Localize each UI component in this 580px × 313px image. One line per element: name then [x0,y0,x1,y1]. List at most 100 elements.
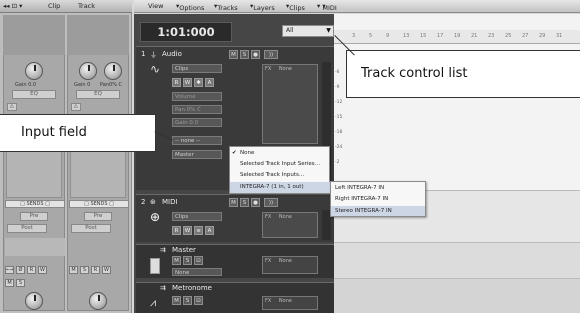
mute-button-metronome[interactable]: M [172,296,181,305]
menu-item-none[interactable]: ✔ None [230,150,254,156]
archive-button-t1[interactable]: A [205,78,214,87]
metronome-clip-lane[interactable] [334,278,580,313]
bus-name-master[interactable]: Master [172,246,196,254]
mute-button-1[interactable]: M [5,279,14,287]
gain-knob-2[interactable] [79,62,97,80]
sends-pre-button-1[interactable]: Pre [20,212,48,221]
tab-clip[interactable]: Clip [48,2,60,10]
clips-dropdown-t2[interactable]: Clips [172,212,222,221]
sends-post-button-1[interactable]: Post [7,224,47,233]
submenu-item-left[interactable]: Left INTEGRA-7 IN [331,185,384,191]
pan-field-t1[interactable]: Pan 0% C [172,105,222,114]
ruler-mark: 5 [369,33,373,39]
bus-button-master[interactable]: ⊡ [194,256,203,265]
speaker-icon-master [150,258,160,274]
write-automation-t1[interactable]: W [183,78,192,87]
sends-post-button-2[interactable]: Post [71,224,111,233]
input-menu: ✔ None Selected Track Input Series… Selec… [229,146,339,194]
menu-item-selected-track-input-series[interactable]: Selected Track Input Series… [230,161,320,167]
volume-field-t1[interactable]: Volume [172,92,222,101]
track-number-1: 1 [141,50,146,58]
write-automation-t2[interactable]: W [183,226,192,235]
callout-input-field: Input field [0,114,156,152]
menu-layers[interactable]: ▾ Layers [250,2,275,12]
fx-bin-metronome[interactable]: FX None [262,296,318,310]
strip-2-header [67,15,129,55]
checkmark-icon: ✔ [232,150,237,156]
fx-bin-t1[interactable]: FX None [262,64,318,144]
freeze-button-t1[interactable]: ✱ [194,78,203,87]
solo-button-t1[interactable]: S [240,50,249,59]
solo-button-1[interactable]: S [16,279,25,287]
input-echo-button-t1[interactable]: )) [264,50,278,59]
fx-bin-t2[interactable]: FX None [262,212,318,238]
menu-view[interactable]: View [148,2,163,10]
solo-button-2[interactable]: S [80,266,89,274]
midi-track-icon: ⊛ [150,198,156,206]
output-field-master[interactable]: None [172,268,222,276]
menu-tracks[interactable]: ▾ Tracks [214,2,238,12]
chevron-down-icon[interactable]: ▼ [324,26,333,35]
record-button-t1[interactable]: ● [251,50,260,59]
read-button-2[interactable]: R [91,266,100,274]
write-button-2[interactable]: W [102,266,111,274]
mute-button-master[interactable]: M [172,256,181,265]
meter-scale-mark: -24 [335,145,343,150]
master-clip-lane[interactable] [334,242,580,278]
mute-button-2[interactable]: M [69,266,78,274]
ruler-mark: 19 [454,33,461,39]
track-name-1[interactable]: Audio [162,50,182,58]
clips-dropdown-t1[interactable]: Clips [172,64,222,73]
menu-options[interactable]: ▾ Options [176,2,204,12]
freeze-button-t2[interactable]: ≡ [194,226,203,235]
bus-icon-master: ⇉ [160,246,166,254]
volume-knob-2[interactable] [89,292,107,310]
sends-header-1: □ SENDS □ [5,200,65,208]
volume-knob-1[interactable] [25,292,43,310]
fx-label-t2: FX [265,214,272,220]
read-automation-t1[interactable]: R [172,78,181,87]
bus-name-metronome[interactable]: Metronome [172,284,212,292]
time-display[interactable]: 1:01:000 [140,22,232,42]
solo-button-t2[interactable]: S [240,198,249,207]
write-button-1[interactable]: W [38,266,47,274]
output-field-t1[interactable]: Master [172,150,222,159]
pan-knob-2[interactable] [104,62,122,80]
submenu-item-stereo[interactable]: Stereo INTEGRA-7 IN [331,206,425,216]
track-name-2[interactable]: MIDI [162,198,178,206]
fx-label-master: FX [265,258,272,264]
gain-knob[interactable] [25,62,43,80]
submenu-item-right[interactable]: Right INTEGRA-7 IN [331,196,388,202]
tab-track[interactable]: Track [78,2,95,10]
mute-button-t2[interactable]: M [229,198,238,207]
menu-midi[interactable]: ▾ MIDI ▾ [317,2,337,12]
eq-button[interactable]: EQ [12,90,56,99]
track-view-menubar: View ▾ Options ▾ Tracks ▾ Layers ▾ Clips… [134,0,580,13]
phase-button-1[interactable]: Ø [16,266,25,274]
eq-button-2[interactable]: EQ [76,90,120,99]
gain-label-2: Gain 0 [74,82,91,88]
archive-button-t2[interactable]: A [205,226,214,235]
read-button-1[interactable]: R [27,266,36,274]
strip-1-header [3,15,65,55]
ruler-mark: 3 [352,33,356,39]
solo-button-metronome[interactable]: S [183,296,192,305]
sends-pre-button-2[interactable]: Pre [84,212,112,221]
record-button-t2[interactable]: ● [251,198,260,207]
menu-item-integra-7[interactable]: INTEGRA-7 (1 in, 1 out)▸ [230,182,339,193]
gain-field-t1[interactable]: Gain 0.0 [172,118,222,127]
link-button-1[interactable]: ⟷ [5,266,14,274]
mute-button-t1[interactable]: M [229,50,238,59]
solo-button-master[interactable]: S [183,256,192,265]
gain-label: Gain 0.0 [15,82,37,88]
read-automation-t2[interactable]: R [172,226,181,235]
inspector-menu-icon[interactable]: ◂◂ ⊡ ▾ [3,2,22,10]
menu-item-selected-track-inputs[interactable]: Selected Track Inputs… [230,172,304,178]
input-echo-button-t2[interactable]: )) [264,198,278,207]
menu-clips[interactable]: ▾ Clips [286,2,305,12]
bus-button-metronome[interactable]: ⊡ [194,296,203,305]
input-field-t1[interactable]: -- none -- [172,136,222,145]
fx-bin-master[interactable]: FX None [262,256,318,274]
audio-waveform-icon: ∿ [150,62,161,76]
fx-value-t2: None [278,214,292,220]
